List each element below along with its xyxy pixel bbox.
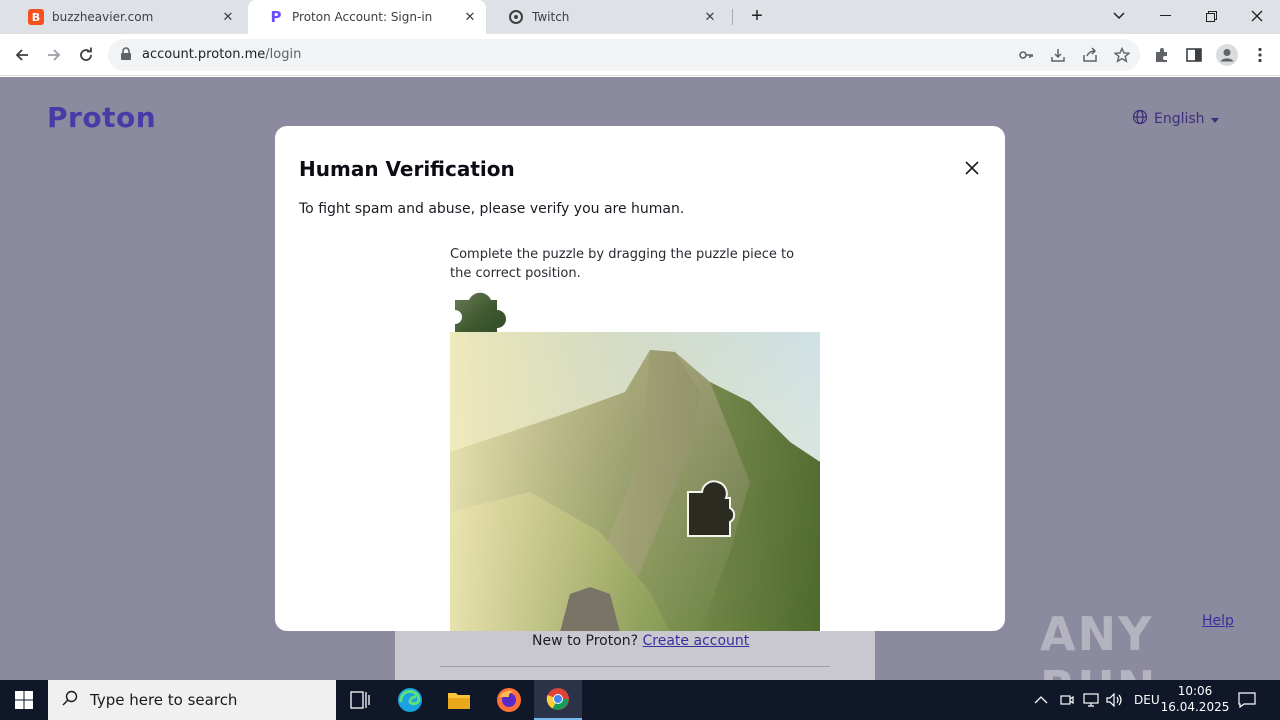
chrome-icon[interactable] (534, 680, 582, 720)
signup-prompt: New to Proton? Create account (532, 633, 750, 649)
system-clock[interactable]: 10:06 16.04.2025 (1160, 683, 1230, 715)
windows-taskbar: Type here to search DEU 10:06 16.04.2025 (0, 680, 1280, 720)
url-text: account.proton.me/login (142, 47, 302, 62)
language-label: English (1154, 111, 1205, 127)
globe-icon (1132, 109, 1148, 129)
minimize-button[interactable] (1142, 0, 1188, 32)
human-verification-modal: Human Verification To fight spam and abu… (275, 126, 1005, 631)
twitch-favicon-icon (508, 9, 524, 25)
tab-search-button[interactable] (1096, 0, 1142, 32)
profile-avatar-icon[interactable] (1216, 44, 1238, 66)
install-app-icon[interactable] (1050, 47, 1066, 63)
tab-title: Proton Account: Sign-in (292, 10, 433, 24)
puzzle-instruction: Complete the puzzle by dragging the puzz… (450, 247, 795, 281)
task-view-icon[interactable] (336, 680, 384, 720)
bookmark-star-icon[interactable] (1113, 46, 1131, 63)
reload-button[interactable] (72, 41, 100, 69)
clock-date: 16.04.2025 (1160, 700, 1230, 714)
buzzheavier-favicon-icon: B (28, 9, 44, 25)
search-placeholder: Type here to search (90, 691, 238, 709)
firefox-icon[interactable] (485, 680, 533, 720)
close-tab-icon[interactable]: ✕ (220, 9, 236, 25)
tab-buzzheavier[interactable]: B buzzheavier.com ✕ (8, 0, 244, 34)
network-icon[interactable] (1083, 680, 1099, 720)
close-icon[interactable] (962, 158, 982, 178)
input-language[interactable]: DEU (1134, 680, 1160, 720)
address-bar[interactable]: account.proton.me/login (108, 39, 1140, 71)
lock-icon[interactable] (120, 47, 132, 66)
browser-tab-strip: B buzzheavier.com ✕ P Proton Account: Si… (0, 0, 1280, 34)
browser-toolbar: account.proton.me/login (0, 34, 1280, 76)
taskbar-search-box[interactable]: Type here to search (48, 680, 336, 720)
meet-now-icon[interactable] (1060, 680, 1074, 720)
notifications-icon[interactable] (1238, 680, 1256, 720)
proton-logo[interactable]: Proton (47, 101, 156, 134)
divider (440, 666, 830, 667)
share-icon[interactable] (1082, 47, 1098, 63)
back-button[interactable] (8, 41, 36, 69)
tab-title: buzzheavier.com (52, 10, 154, 24)
page-overlay: Proton English New to Proton? Create acc… (0, 77, 1280, 680)
search-icon (62, 690, 78, 711)
menu-kebab-icon[interactable] (1251, 46, 1269, 64)
close-tab-icon[interactable]: ✕ (462, 9, 478, 25)
caret-down-icon (1210, 111, 1219, 127)
tab-title: Twitch (532, 10, 570, 24)
tab-separator (732, 9, 733, 25)
side-panel-icon[interactable] (1185, 46, 1203, 64)
tab-twitch[interactable]: Twitch ✕ (488, 0, 726, 34)
modal-description: To fight spam and abuse, please verify y… (299, 201, 685, 217)
modal-title: Human Verification (299, 157, 515, 181)
puzzle-mountain-image (450, 332, 820, 631)
create-account-link[interactable]: Create account (643, 633, 750, 649)
close-window-button[interactable] (1234, 0, 1280, 32)
language-selector[interactable]: English (1132, 109, 1219, 129)
proton-favicon-icon: P (270, 8, 282, 26)
extensions-icon[interactable] (1153, 46, 1171, 64)
edge-icon[interactable] (386, 680, 434, 720)
help-link[interactable]: Help (1202, 613, 1234, 629)
volume-icon[interactable] (1106, 680, 1124, 720)
new-tab-button[interactable]: + (734, 0, 780, 32)
close-tab-icon[interactable]: ✕ (702, 9, 718, 25)
key-icon[interactable] (1018, 47, 1034, 63)
show-hidden-icons[interactable] (1034, 680, 1048, 720)
forward-button[interactable] (40, 41, 68, 69)
tab-proton-signin[interactable]: P Proton Account: Sign-in ✕ (248, 0, 486, 34)
restore-button[interactable] (1188, 0, 1234, 32)
anyrun-watermark: ANY RUN (1040, 607, 1155, 680)
file-explorer-icon[interactable] (435, 680, 483, 720)
clock-time: 10:06 (1177, 684, 1213, 698)
windows-start-button[interactable] (0, 680, 48, 720)
